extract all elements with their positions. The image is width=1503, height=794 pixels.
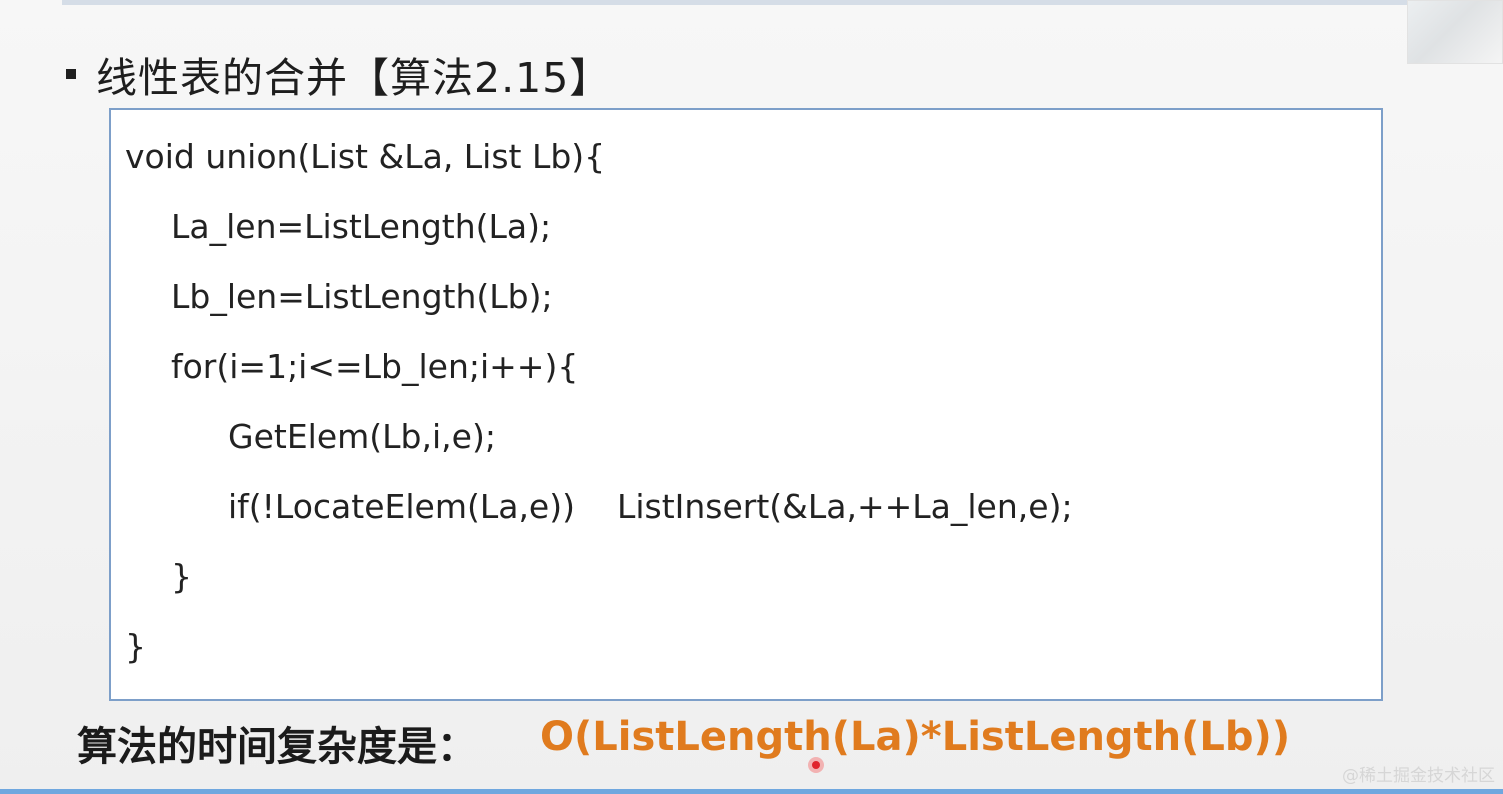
complexity-formula: O(ListLength(La)*ListLength(Lb)) — [540, 714, 1291, 760]
top-divider — [62, 0, 1407, 5]
code-line-1: void union(List &La, List Lb){ — [125, 137, 606, 176]
corner-thumbnail — [1407, 0, 1503, 64]
cursor-dot-icon — [808, 757, 824, 773]
code-box: void union(List &La, List Lb){ La_len=Li… — [109, 108, 1383, 701]
slide-page: 线性表的合并【算法2.15】 void union(List &La, List… — [0, 0, 1503, 794]
slide-heading: 线性表的合并【算法2.15】 — [96, 54, 612, 102]
complexity-label: 算法的时间复杂度是： — [77, 724, 477, 770]
code-line-2: La_len=ListLength(La); — [171, 207, 552, 246]
code-line-7: } — [171, 557, 192, 596]
code-line-4: for(i=1;i<=Lb_len;i++){ — [171, 347, 579, 386]
code-line-3: Lb_len=ListLength(Lb); — [171, 277, 553, 316]
square-bullet-icon — [66, 69, 76, 79]
heading-row: 线性表的合并【算法2.15】 — [66, 48, 611, 102]
watermark: @稀土掘金技术社区 — [1342, 766, 1495, 786]
code-line-8: } — [125, 627, 146, 666]
code-line-5: GetElem(Lb,i,e); — [228, 417, 496, 456]
bottom-bar — [0, 789, 1503, 794]
code-line-6: if(!LocateElem(La,e)) ListInsert(&La,++L… — [228, 487, 1073, 526]
